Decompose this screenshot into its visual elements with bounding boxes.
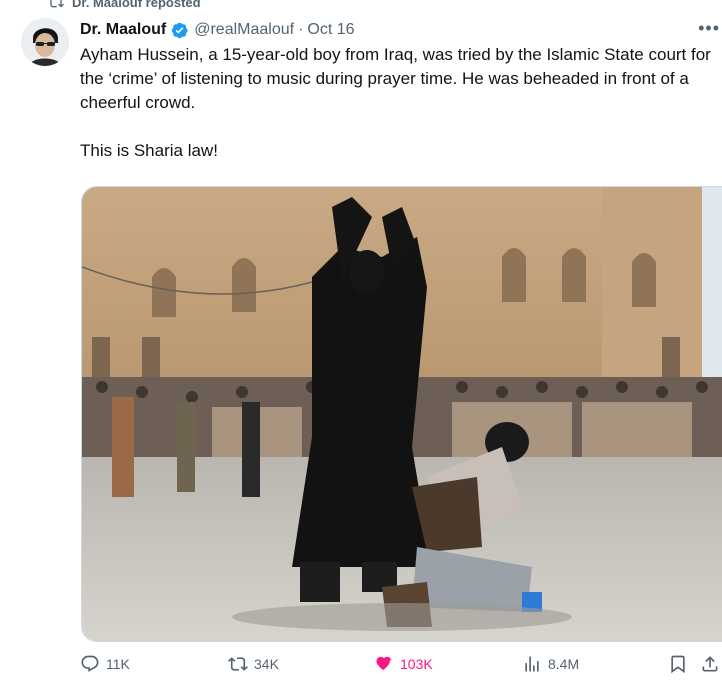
reply-count: 11K	[106, 656, 130, 672]
views-button[interactable]: 8.4M	[522, 654, 579, 674]
like-button[interactable]: 103K	[374, 654, 433, 674]
tweet-media[interactable]	[81, 186, 722, 642]
views-count: 8.4M	[548, 656, 580, 672]
tweet-header: Dr. Maalouf @realMaalouf · Oct 16 •••	[80, 18, 722, 41]
avatar[interactable]	[21, 18, 69, 66]
author-name[interactable]: Dr. Maalouf	[80, 21, 166, 39]
avatar-image	[21, 18, 69, 66]
repost-icon	[48, 0, 64, 8]
repost-label: Dr. Maalouf reposted	[72, 0, 201, 10]
repost-icon	[228, 657, 248, 671]
verified-badge-icon[interactable]	[170, 21, 189, 40]
share-button[interactable]	[700, 654, 720, 674]
reply-icon	[81, 655, 99, 672]
reply-button[interactable]: 11K	[80, 654, 130, 674]
like-count: 103K	[400, 656, 433, 672]
repost-count: 34K	[254, 656, 279, 672]
tweet-photo	[82, 187, 722, 641]
bookmark-icon	[671, 655, 685, 674]
tweet-date[interactable]: Oct 16	[307, 21, 354, 39]
tweet-actions: 11K 34K 103K 8.4M	[80, 654, 722, 682]
separator-dot: ·	[298, 21, 304, 38]
bookmark-button[interactable]	[668, 654, 688, 674]
repost-button[interactable]: 34K	[228, 654, 279, 674]
more-icon[interactable]: •••	[698, 18, 720, 39]
heart-icon	[376, 656, 392, 670]
tweet-text: Ayham Hussein, a 15-year-old boy from Ir…	[80, 45, 711, 160]
views-icon	[525, 656, 539, 672]
repost-indicator[interactable]: Dr. Maalouf reposted	[48, 0, 201, 11]
share-icon	[702, 656, 718, 672]
author-handle[interactable]: @realMaalouf	[194, 21, 294, 39]
